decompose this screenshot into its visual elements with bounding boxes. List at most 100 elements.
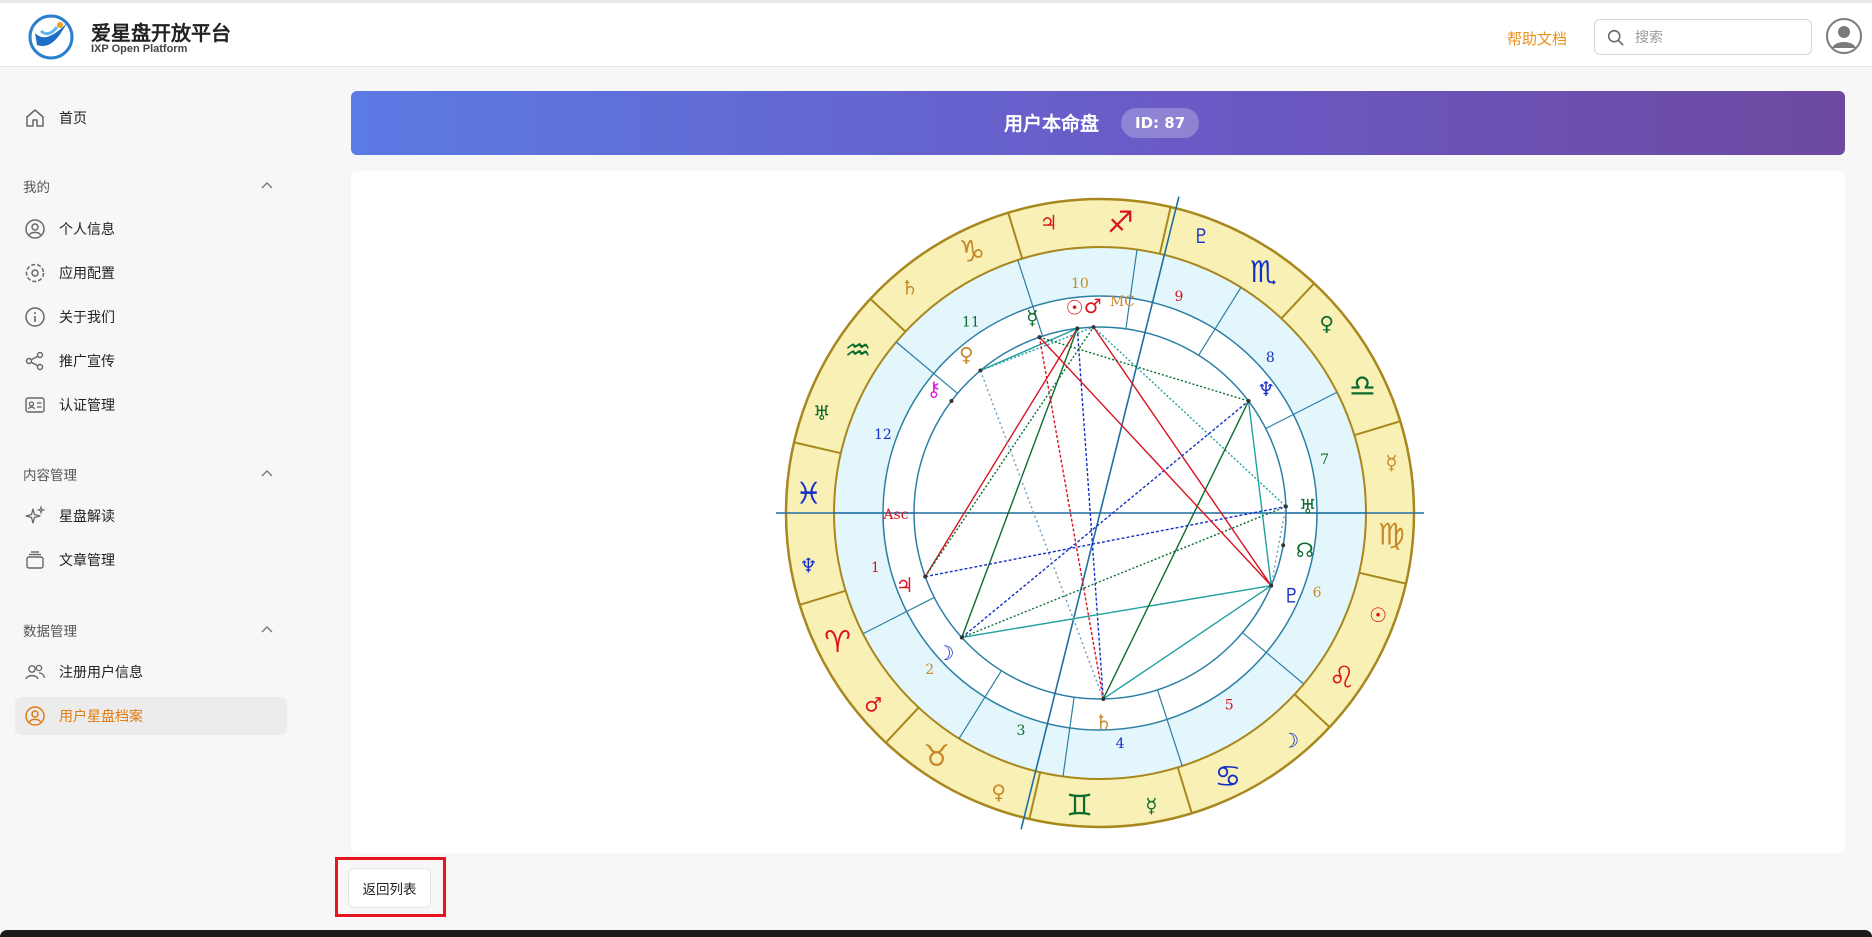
chevron-up-icon bbox=[261, 182, 273, 189]
user-circle-icon bbox=[25, 706, 45, 726]
search-input[interactable] bbox=[1633, 26, 1807, 50]
planet-point bbox=[1101, 696, 1106, 701]
search-icon bbox=[1607, 29, 1624, 46]
planet-glyph: ♄ bbox=[1095, 710, 1113, 734]
sidebar-item-label: 星盘解读 bbox=[59, 509, 115, 525]
natal-chart-wheel: 123456789101112♈♂♉♀ ♊ ☿♋☽♌☉♍☿♎♀♏♇♐♃♑♄♒♅♓♆☉… bbox=[776, 196, 1424, 830]
sidebar-item-label: 用户星盘档案 bbox=[59, 709, 143, 725]
page-title: 用户本命盘 bbox=[1004, 113, 1100, 135]
sidebar: 首页 我的 个人信息 应用配置 关于我们 推广宣传 认证管理 内容管理 星盘解读… bbox=[0, 67, 300, 937]
house-number: 8 bbox=[1266, 350, 1275, 366]
planet-point bbox=[1075, 326, 1080, 331]
planet-glyph: ☽ bbox=[936, 641, 954, 665]
zodiac-sign-glyph: ♍ bbox=[1378, 517, 1405, 552]
nav-group-label: 内容管理 bbox=[23, 468, 77, 484]
house-number: 4 bbox=[1116, 736, 1125, 752]
id-badge: ID: 87 bbox=[1121, 108, 1200, 138]
sidebar-item-home[interactable]: 首页 bbox=[15, 99, 287, 137]
planet-glyph: ♂ bbox=[1084, 294, 1102, 318]
zodiac-sign-glyph: ♒ bbox=[844, 334, 871, 369]
planet-glyph: ☿ bbox=[1026, 305, 1038, 329]
sidebar-item-label: 推广宣传 bbox=[59, 354, 115, 370]
planet-point bbox=[923, 574, 928, 579]
sign-ruler-glyph: ☿ bbox=[1145, 794, 1157, 818]
house-number: 7 bbox=[1320, 452, 1329, 468]
planet-point bbox=[1091, 325, 1096, 330]
house-number: 5 bbox=[1225, 698, 1234, 714]
sidebar-item-label: 个人信息 bbox=[59, 222, 115, 238]
planet-point bbox=[1283, 504, 1288, 509]
ixp-logo[interactable] bbox=[27, 13, 75, 61]
app-subtitle: IXP Open Platform bbox=[91, 43, 188, 55]
sidebar-item-user-charts[interactable]: 用户星盘档案 bbox=[15, 697, 287, 735]
house-number: 11 bbox=[962, 314, 980, 330]
zodiac-sign-glyph: ♈ bbox=[824, 625, 851, 660]
archive-box-icon bbox=[26, 551, 44, 569]
sidebar-item-articles[interactable]: 文章管理 bbox=[15, 541, 287, 579]
zodiac-sign-glyph: ♌ bbox=[1329, 660, 1356, 695]
house-number: 2 bbox=[925, 662, 934, 678]
planet-point bbox=[1246, 399, 1251, 404]
zodiac-sign-glyph: ♐ bbox=[1107, 206, 1134, 241]
planet-point bbox=[1037, 335, 1042, 340]
settings-icon bbox=[25, 263, 45, 283]
bottom-bar bbox=[0, 930, 1872, 937]
sign-ruler-glyph: ♆ bbox=[800, 553, 818, 577]
sign-ruler-glyph: ♂ bbox=[864, 692, 882, 716]
user-avatar-icon[interactable] bbox=[1826, 18, 1862, 54]
sidebar-item-registered-users[interactable]: 注册用户信息 bbox=[15, 653, 287, 691]
nav-group-mine[interactable]: 我的 bbox=[15, 174, 280, 198]
house-number: 1 bbox=[871, 560, 880, 576]
planet-point bbox=[1281, 543, 1286, 548]
zodiac-sign-glyph: ♑ bbox=[959, 235, 986, 270]
home-icon bbox=[26, 109, 44, 127]
natal-chart-card: 1 2 3 4 5 6 7 8 9 10 11 12 ♈ ♂ ♉ ♀ ♊ ☿ ♋ ☽ ♌ ☉ ♍ ☿ ♎ ♀ ♏ ♇ ♐ ♃ ♑ ♄ ♒ ♅ ♓ ♆ ☉… bbox=[351, 171, 1845, 853]
sign-ruler-glyph: ♃ bbox=[1040, 210, 1058, 234]
sign-ruler-glyph: ♅ bbox=[813, 401, 831, 425]
page-header-banner: 用户本命盘 ID: 87 bbox=[351, 91, 1845, 155]
app-title: 爱星盘开放平台 bbox=[91, 21, 231, 45]
planet-glyph: ♆ bbox=[1257, 377, 1275, 401]
nav-group-label: 我的 bbox=[23, 180, 50, 196]
sidebar-item-promotion[interactable]: 推广宣传 bbox=[15, 342, 287, 380]
chevron-up-icon bbox=[261, 626, 273, 633]
zodiac-sign-glyph: ♉ bbox=[923, 739, 950, 774]
sign-ruler-glyph: ♀ bbox=[1319, 312, 1334, 336]
nav-group-data[interactable]: 数据管理 bbox=[15, 618, 280, 642]
zodiac-sign-glyph: ♊ bbox=[1066, 788, 1093, 823]
zodiac-sign-glyph: ♋ bbox=[1215, 759, 1242, 794]
zodiac-sign-glyph: ♓ bbox=[795, 477, 822, 512]
sign-ruler-glyph: ☉ bbox=[1369, 603, 1387, 627]
top-header: 爱星盘开放平台 IXP Open Platform 帮助文档 bbox=[0, 0, 1872, 67]
id-card-icon bbox=[25, 397, 45, 413]
sidebar-item-label: 注册用户信息 bbox=[59, 665, 143, 681]
sidebar-item-certification[interactable]: 认证管理 bbox=[15, 386, 287, 424]
planet-glyph: ☉ bbox=[1066, 296, 1084, 320]
planet-point bbox=[959, 635, 964, 640]
chevron-up-icon bbox=[261, 470, 273, 477]
sign-ruler-glyph: ♄ bbox=[901, 275, 919, 299]
help-docs-link[interactable]: 帮助文档 bbox=[1507, 28, 1567, 49]
info-icon bbox=[25, 307, 45, 327]
planet-glyph: ♇ bbox=[1282, 583, 1300, 607]
sidebar-item-app-config[interactable]: 应用配置 bbox=[15, 254, 287, 292]
sidebar-item-label: 关于我们 bbox=[59, 310, 115, 326]
sidebar-item-profile[interactable]: 个人信息 bbox=[15, 210, 287, 248]
zodiac-sign-glyph: ♎ bbox=[1349, 369, 1376, 404]
sign-ruler-glyph: ☿ bbox=[1385, 451, 1397, 475]
highlight-frame bbox=[335, 857, 446, 917]
house-number: 3 bbox=[1017, 723, 1026, 739]
search-box[interactable] bbox=[1594, 19, 1812, 55]
sidebar-item-label: 文章管理 bbox=[59, 553, 115, 569]
nav-group-content[interactable]: 内容管理 bbox=[15, 462, 280, 486]
share-icon bbox=[25, 351, 44, 371]
house-number: 6 bbox=[1313, 585, 1322, 601]
sidebar-item-label: 应用配置 bbox=[59, 266, 115, 282]
user-circle-icon bbox=[25, 219, 45, 239]
sign-ruler-glyph: ☽ bbox=[1281, 729, 1299, 753]
sidebar-item-chart-interpretation[interactable]: 星盘解读 bbox=[15, 497, 287, 535]
planet-glyph: ⚷ bbox=[927, 377, 942, 401]
sparkles-icon bbox=[25, 505, 46, 524]
sidebar-item-about[interactable]: 关于我们 bbox=[15, 298, 287, 336]
planet-glyph: ♅ bbox=[1299, 495, 1317, 519]
